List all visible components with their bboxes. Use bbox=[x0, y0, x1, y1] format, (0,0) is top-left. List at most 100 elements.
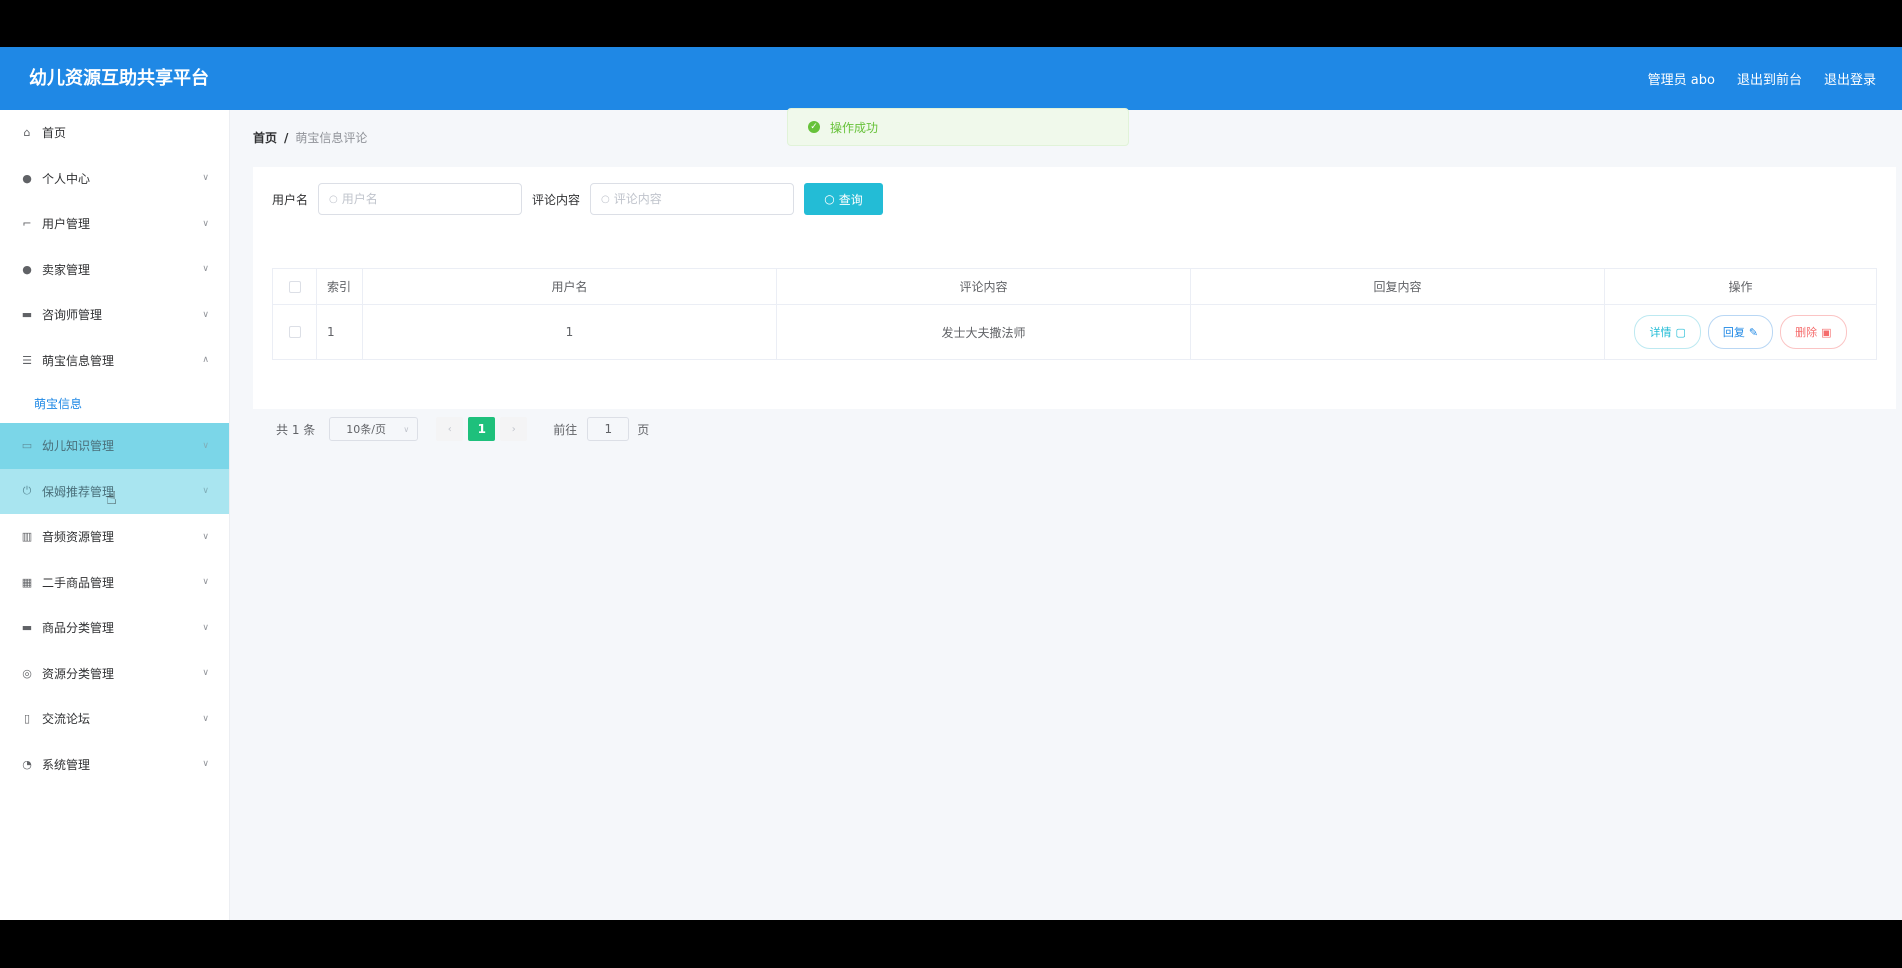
search-icon: ○ bbox=[824, 192, 835, 206]
sidebar-item-system[interactable]: ◔ 系统管理 ∨ bbox=[0, 742, 229, 788]
row-actions: 详情 ▢ 回复 ✎ 删除 ▣ bbox=[1634, 315, 1847, 349]
check-circle-icon: ✓ bbox=[808, 121, 820, 133]
delete-button-label: 删除 bbox=[1795, 326, 1818, 339]
sidebar-item-label: 系统管理 bbox=[42, 757, 91, 772]
chevron-down-icon: ∨ bbox=[202, 309, 209, 320]
table-row: 1 1 发士大夫撒法师 详情 ▢ 回复 ✎ 删除 ▣ bbox=[273, 305, 1876, 359]
sidebar-item-label: 首页 bbox=[42, 126, 67, 141]
chevron-down-icon: ∨ bbox=[202, 173, 209, 184]
column-header-index: 索引 bbox=[317, 269, 363, 305]
sidebar-item-label: 咨询师管理 bbox=[42, 308, 103, 323]
sidebar-item-sellers[interactable]: ● 卖家管理 ∨ bbox=[0, 247, 229, 293]
chevron-left-icon: ‹ bbox=[447, 423, 452, 435]
page-size-value: 10条/页 bbox=[346, 423, 386, 436]
sidebar-item-users[interactable]: ⌐ 用户管理 ∨ bbox=[0, 201, 229, 247]
sidebar-item-label: 音频资源管理 bbox=[42, 530, 115, 545]
sidebar-item-goods-category[interactable]: ▬ 商品分类管理 ∨ bbox=[0, 605, 229, 651]
to-front-link[interactable]: 退出到前台 bbox=[1737, 69, 1802, 88]
detail-button[interactable]: 详情 ▢ bbox=[1634, 315, 1701, 349]
app-title: 幼儿资源互助共享平台 bbox=[29, 68, 209, 89]
chevron-down-icon: ∨ bbox=[202, 486, 209, 497]
select-all-checkbox[interactable] bbox=[288, 280, 301, 293]
sidebar-item-label: 萌宝信息管理 bbox=[42, 353, 115, 368]
reply-button[interactable]: 回复 ✎ bbox=[1707, 315, 1774, 349]
reply-button-label: 回复 bbox=[1722, 326, 1745, 339]
column-header-actions: 操作 bbox=[1605, 269, 1876, 305]
column-header-comment: 评论内容 bbox=[777, 269, 1191, 305]
sidebar-item-baby-info[interactable]: ☰ 萌宝信息管理 ∧ bbox=[0, 338, 229, 384]
pagination-total: 共 1 条 bbox=[276, 422, 316, 437]
card-icon: ▭ bbox=[21, 439, 33, 453]
grid-icon: ▦ bbox=[21, 575, 33, 589]
aperture-icon: ◎ bbox=[22, 666, 32, 680]
sidebar-item-consultants[interactable]: ▬ 咨询师管理 ∨ bbox=[0, 292, 229, 338]
cell-comment: 发士大夫撒法师 bbox=[777, 305, 1191, 359]
prev-page-button[interactable]: ‹ bbox=[436, 417, 464, 441]
sidebar-item-home[interactable]: ⌂ 首页 bbox=[0, 110, 229, 156]
power-icon: ⏻ bbox=[22, 484, 32, 498]
table-header-row: 索引 用户名 评论内容 回复内容 操作 bbox=[273, 269, 1876, 305]
sidebar: ⌂ 首页 ● 个人中心 ∨ ⌐ 用户管理 ∨ ● 卖家管理 ∨ ▬ 咨询师管理 … bbox=[0, 110, 230, 920]
logout-link[interactable]: 退出登录 bbox=[1824, 69, 1876, 88]
search-icon: ○ bbox=[329, 193, 338, 205]
sidebar-item-forum[interactable]: ▯ 交流论坛 ∨ bbox=[0, 696, 229, 742]
cell-index: 1 bbox=[317, 305, 363, 359]
query-button[interactable]: ○ 查询 bbox=[804, 183, 884, 215]
sidebar-subitem-baby-info[interactable]: 萌宝信息 bbox=[0, 383, 229, 423]
top-header: 幼儿资源互助共享平台 管理员 abo 退出到前台 退出登录 bbox=[0, 47, 1902, 110]
chevron-down-icon: ∨ bbox=[202, 577, 209, 588]
sidebar-item-label: 二手商品管理 bbox=[42, 575, 115, 590]
pagination: 共 1 条 10条/页 ∨ ‹ 1 › 前往 1 页 bbox=[276, 417, 649, 441]
sidebar-item-label: 资源分类管理 bbox=[42, 666, 115, 681]
row-checkbox[interactable] bbox=[288, 326, 301, 338]
breadcrumb-current: 萌宝信息评论 bbox=[295, 131, 368, 145]
crop-icon: ⌐ bbox=[22, 217, 32, 231]
edit-icon: ✎ bbox=[1748, 325, 1759, 339]
success-toast: ✓ 操作成功 bbox=[787, 108, 1129, 146]
breadcrumb-home[interactable]: 首页 bbox=[253, 129, 277, 146]
chevron-down-icon: ∨ bbox=[202, 713, 209, 724]
briefcase-icon: ▬ bbox=[21, 308, 33, 322]
chevron-up-icon: ∧ bbox=[202, 355, 209, 366]
sidebar-item-label: 幼儿知识管理 bbox=[42, 439, 115, 454]
next-page-button[interactable]: › bbox=[500, 417, 528, 441]
row-select-cell bbox=[273, 305, 317, 359]
delete-button[interactable]: 删除 ▣ bbox=[1780, 315, 1847, 349]
goto-page-input[interactable]: 1 bbox=[587, 417, 630, 441]
chevron-down-icon: ∨ bbox=[202, 531, 209, 542]
sidebar-item-resource-category[interactable]: ◎ 资源分类管理 ∨ bbox=[0, 651, 229, 697]
content-panel: 用户名 ○ 评论内容 ○ ○ 查询 索引 用户名 评论内容 回复内容 bbox=[253, 167, 1896, 441]
page-size-select[interactable]: 10条/页 ∨ bbox=[329, 417, 419, 441]
sidebar-item-label: 商品分类管理 bbox=[42, 621, 115, 636]
page-number-current[interactable]: 1 bbox=[468, 417, 496, 441]
comment-input-wrap: ○ bbox=[590, 183, 795, 215]
sidebar-item-child-knowledge[interactable]: ▭ 幼儿知识管理 ∨ bbox=[0, 423, 229, 469]
detail-button-label: 详情 bbox=[1649, 326, 1672, 339]
sidebar-item-secondhand[interactable]: ▦ 二手商品管理 ∨ bbox=[0, 560, 229, 606]
sidebar-item-personal-center[interactable]: ● 个人中心 ∨ bbox=[0, 156, 229, 202]
chevron-down-icon: ∨ bbox=[202, 440, 209, 451]
chevron-down-icon: ∨ bbox=[202, 264, 209, 275]
search-form: 用户名 ○ 评论内容 ○ ○ 查询 bbox=[272, 183, 884, 215]
username-input[interactable] bbox=[341, 192, 502, 206]
cell-actions: 详情 ▢ 回复 ✎ 删除 ▣ bbox=[1605, 305, 1876, 359]
user-icon: ● bbox=[22, 262, 32, 276]
home-icon: ⌂ bbox=[23, 126, 31, 140]
sidebar-item-label: 交流论坛 bbox=[42, 712, 91, 727]
comment-label: 评论内容 bbox=[532, 192, 581, 207]
sidebar-item-label: 卖家管理 bbox=[42, 262, 91, 277]
app-window: 幼儿资源互助共享平台 管理员 abo 退出到前台 退出登录 ✓ 操作成功 ⌂ 首… bbox=[0, 47, 1902, 920]
page-suffix: 页 bbox=[637, 422, 650, 437]
chevron-down-icon: ∨ bbox=[202, 218, 209, 229]
chevron-down-icon: ∨ bbox=[202, 622, 209, 633]
sidebar-item-audio[interactable]: ▥ 音频资源管理 ∨ bbox=[0, 514, 229, 560]
search-icon: ○ bbox=[601, 193, 610, 205]
sidebar-item-label: 用户管理 bbox=[42, 217, 91, 232]
mic-icon: ▯ bbox=[23, 712, 31, 726]
comment-input[interactable] bbox=[613, 192, 774, 206]
cell-reply bbox=[1191, 305, 1605, 359]
username-label: 用户名 bbox=[272, 192, 309, 207]
column-header-username: 用户名 bbox=[363, 269, 777, 305]
sidebar-item-label: 保姆推荐管理 bbox=[42, 484, 115, 499]
sidebar-item-label: 个人中心 bbox=[42, 171, 91, 186]
